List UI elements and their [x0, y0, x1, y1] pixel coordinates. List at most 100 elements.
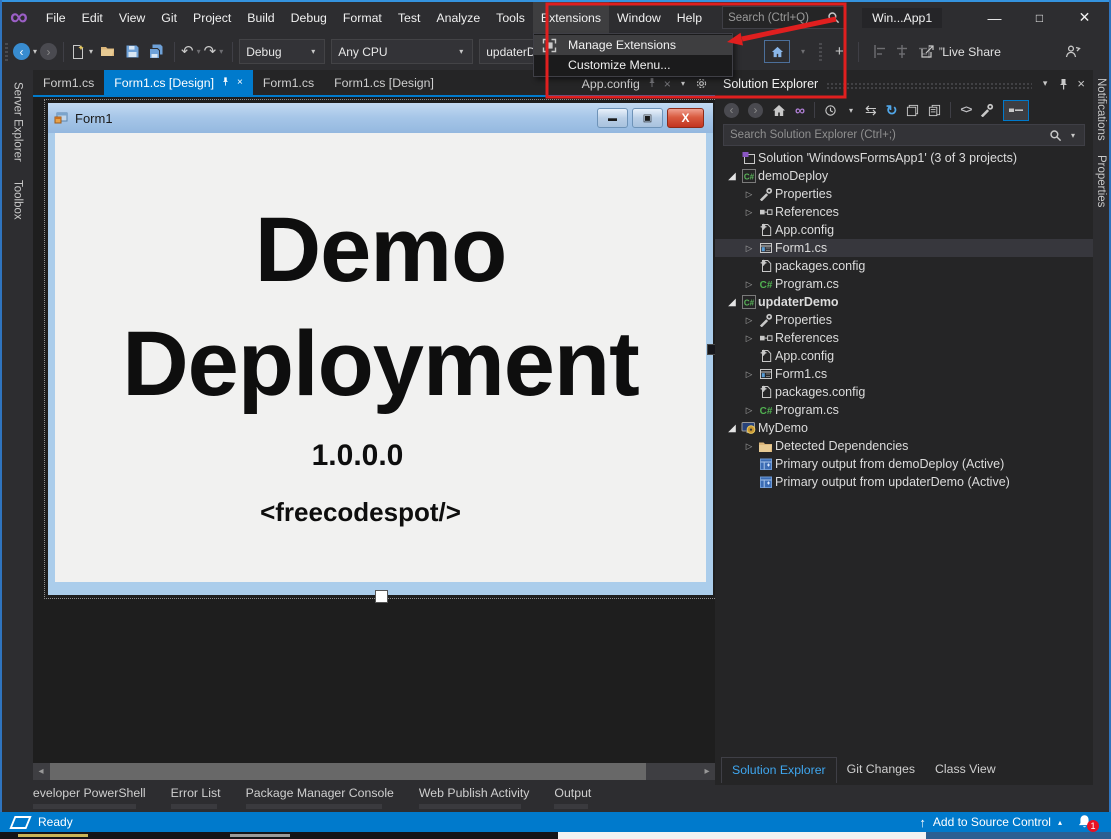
tree-item-app-config[interactable]: App.config: [715, 347, 1093, 365]
menu-item-customize-menu[interactable]: Customize Menu...: [534, 55, 732, 75]
undo-icon[interactable]: ↶: [181, 44, 194, 59]
document-well-dropdown-icon[interactable]: ▾: [681, 79, 685, 88]
show-all-files-icon[interactable]: [928, 104, 941, 117]
switch-views-icon[interactable]: ∞: [795, 103, 805, 117]
menu-file[interactable]: File: [38, 2, 74, 33]
tree-item-references[interactable]: ▷ References: [715, 203, 1093, 221]
tree-item-program-cs[interactable]: ▷ C# Program.cs: [715, 275, 1093, 293]
menu-debug[interactable]: Debug: [283, 2, 335, 33]
filter-dropdown-icon[interactable]: ▾: [849, 106, 853, 115]
design-form-minimize-button[interactable]: ▬: [597, 108, 628, 128]
bottom-tab-output[interactable]: Output: [554, 786, 591, 809]
navigate-back-dropdown-icon[interactable]: ▾: [33, 47, 37, 56]
tool-tab-properties[interactable]: Properties: [1095, 155, 1107, 207]
twist-expanded-icon[interactable]: ◢: [725, 171, 739, 182]
redo-dropdown-icon[interactable]: ▾: [219, 47, 223, 56]
twist-collapsed-icon[interactable]: ▷: [742, 207, 756, 218]
twist-collapsed-icon[interactable]: ▷: [742, 189, 756, 200]
design-form-client-area[interactable]: Demo Deployment 1.0.0.0 <freecodespot/>: [48, 133, 713, 595]
menu-build[interactable]: Build: [239, 2, 282, 33]
source-control-caret-icon[interactable]: ▴: [1058, 818, 1062, 827]
brand-label[interactable]: <freecodespot/>: [55, 497, 666, 528]
document-well-options-gear-icon[interactable]: [695, 77, 708, 90]
view-code-icon[interactable]: <>: [960, 104, 972, 116]
collapse-all-icon[interactable]: [906, 104, 919, 117]
tree-item-packages-config[interactable]: packages.config: [715, 257, 1093, 275]
menu-format[interactable]: Format: [335, 2, 390, 33]
redo-icon[interactable]: ↷: [204, 44, 217, 59]
save-all-icon[interactable]: [148, 44, 164, 60]
menu-extensions[interactable]: Extensions: [532, 2, 610, 33]
design-form-maximize-button[interactable]: ▣: [632, 108, 663, 128]
live-share-button[interactable]: Live Share: [920, 33, 1001, 70]
design-form-close-button[interactable]: X: [667, 108, 704, 128]
menu-edit[interactable]: Edit: [74, 2, 111, 33]
design-form-titlebar[interactable]: Form1 ▬ ▣ X: [48, 103, 713, 134]
twist-collapsed-icon[interactable]: ▷: [742, 333, 756, 344]
tree-item-references[interactable]: ▷ References: [715, 329, 1093, 347]
panel-drag-texture[interactable]: [826, 81, 1032, 89]
bottom-tab-error-list[interactable]: Error List: [170, 786, 221, 809]
twist-expanded-icon[interactable]: ◢: [725, 297, 739, 308]
search-options-caret-icon[interactable]: ▾: [1071, 131, 1075, 140]
solution-name-button[interactable]: Win...App1: [862, 7, 943, 28]
save-icon[interactable]: [125, 44, 140, 59]
tree-item-solution-windowsformsapp1-3-of-3-project[interactable]: Solution 'WindowsFormsApp1' (3 of 3 proj…: [715, 149, 1093, 167]
tree-item-form1-cs[interactable]: ▷ Form1.cs: [715, 239, 1093, 257]
twist-collapsed-icon[interactable]: ▷: [742, 279, 756, 290]
tree-item-demodeploy[interactable]: ◢ C# demoDeploy: [715, 167, 1093, 185]
bottom-tab-web-publish-activity[interactable]: Web Publish Activity: [418, 786, 529, 809]
background-tasks-icon[interactable]: [9, 815, 32, 829]
menu-help[interactable]: Help: [669, 2, 710, 33]
add-to-source-control-button[interactable]: Add to Source Control: [933, 815, 1051, 829]
se-back-icon[interactable]: ‹: [724, 102, 739, 118]
home-dropdown-icon[interactable]: ▾: [801, 47, 805, 56]
navigate-back-icon[interactable]: ‹: [13, 43, 30, 60]
menu-test[interactable]: Test: [390, 2, 429, 33]
pin-icon[interactable]: [1058, 78, 1069, 90]
new-project-dropdown-icon[interactable]: ▾: [89, 47, 93, 56]
tree-item-updaterdemo[interactable]: ◢ C# updaterDemo: [715, 293, 1093, 311]
tool-tab-notifications[interactable]: Notifications: [1095, 78, 1107, 141]
doc-tab-form1-cs-design[interactable]: Form1.cs [Design]: [324, 70, 444, 95]
preview-pin-icon[interactable]: [647, 77, 657, 91]
panel-position-dropdown-icon[interactable]: ▾: [1043, 78, 1048, 89]
tree-item-properties[interactable]: ▷ Properties: [715, 311, 1093, 329]
tree-item-detected-dependencies[interactable]: ▷ Detected Dependencies: [715, 437, 1093, 455]
doc-tab-form1-cs[interactable]: Form1.cs: [253, 70, 324, 95]
platform-combobox[interactable]: Any CPU ▾: [331, 39, 474, 64]
tab-close-icon[interactable]: ×: [237, 77, 243, 88]
twist-collapsed-icon[interactable]: ▷: [742, 369, 756, 380]
open-folder-icon[interactable]: [100, 44, 117, 59]
minimize-button[interactable]: —: [972, 4, 1017, 32]
tree-item-primary-output-from-demodeploy-active[interactable]: Primary output from demoDeploy (Active): [715, 455, 1093, 473]
designer-horizontal-scrollbar[interactable]: ◂ ▸: [33, 763, 715, 780]
menu-tools[interactable]: Tools: [488, 2, 533, 33]
feedback-button[interactable]: [1065, 33, 1081, 70]
tree-item-packages-config[interactable]: packages.config: [715, 383, 1093, 401]
menu-window[interactable]: Window: [609, 2, 669, 33]
twist-collapsed-icon[interactable]: ▷: [742, 315, 756, 326]
layout-toolbar-grip[interactable]: [819, 42, 823, 61]
notifications-bell-button[interactable]: 1: [1077, 814, 1099, 832]
panel-tab-class-view[interactable]: Class View: [925, 757, 1006, 783]
tree-item-program-cs[interactable]: ▷ C# Program.cs: [715, 401, 1093, 419]
twist-collapsed-icon[interactable]: ▷: [742, 405, 756, 416]
tree-item-mydemo[interactable]: ◢ MyDemo: [715, 419, 1093, 437]
twist-collapsed-icon[interactable]: ▷: [742, 243, 756, 254]
panel-tab-solution-explorer[interactable]: Solution Explorer: [721, 757, 837, 783]
se-forward-icon[interactable]: ›: [748, 102, 763, 118]
align-lefts-icon[interactable]: [873, 45, 887, 58]
align-centers-icon[interactable]: [895, 45, 909, 58]
refresh-icon[interactable]: ↻: [886, 103, 898, 117]
tool-tab-toolbox[interactable]: Toolbox: [12, 180, 24, 220]
forms-designer-surface[interactable]: Form1 ▬ ▣ X Demo Deployment 1.0.0.0 <fre…: [33, 97, 717, 763]
design-form[interactable]: Form1 ▬ ▣ X Demo Deployment 1.0.0.0 <fre…: [44, 99, 717, 603]
se-home-icon[interactable]: [772, 104, 786, 117]
close-panel-icon[interactable]: ×: [1077, 76, 1085, 91]
configuration-combobox[interactable]: Debug ▾: [239, 39, 326, 64]
tree-item-app-config[interactable]: App.config: [715, 221, 1093, 239]
bottom-tab-package-manager-console[interactable]: Package Manager Console: [245, 786, 394, 809]
tree-item-form1-cs[interactable]: ▷ Form1.cs: [715, 365, 1093, 383]
undo-dropdown-icon[interactable]: ▾: [197, 47, 201, 56]
